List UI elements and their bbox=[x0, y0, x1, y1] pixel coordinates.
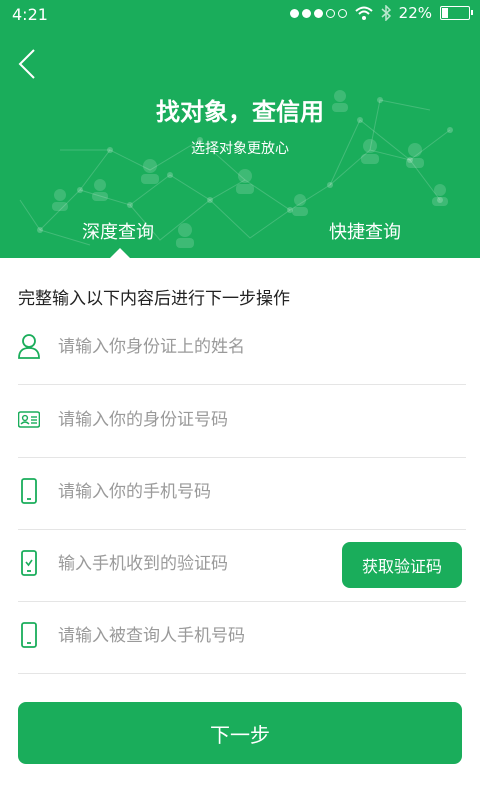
chevron-left-icon bbox=[18, 49, 35, 79]
network-pattern-decoration bbox=[19, 90, 453, 248]
bluetooth-icon bbox=[381, 5, 391, 21]
next-step-button[interactable]: 下一步 bbox=[18, 702, 462, 764]
get-code-button[interactable]: 获取验证码 bbox=[342, 542, 462, 588]
person-icon bbox=[18, 334, 40, 359]
phone-field-row bbox=[18, 458, 466, 530]
id-card-icon bbox=[18, 411, 40, 428]
wifi-icon bbox=[354, 6, 373, 20]
name-input[interactable] bbox=[58, 331, 328, 363]
page-subtitle: 选择对象更放心 bbox=[191, 141, 289, 157]
tab-deep-query[interactable]: 深度查询 bbox=[82, 218, 154, 244]
phone-icon bbox=[21, 622, 37, 648]
phone-icon bbox=[21, 478, 37, 504]
active-tab-indicator bbox=[110, 248, 130, 258]
battery-icon bbox=[440, 6, 473, 20]
header: 4:21 22% 找对象，查信用 选择对象更放心 深度查询 快捷查询 bbox=[0, 0, 480, 258]
signal-strength-icon bbox=[289, 8, 347, 18]
status-bar: 4:21 22% bbox=[0, 0, 480, 28]
back-button[interactable] bbox=[14, 44, 44, 84]
sms-phone-icon bbox=[21, 550, 37, 576]
page-title: 找对象，查信用 bbox=[156, 98, 324, 126]
name-field-row bbox=[18, 313, 466, 385]
sms-code-input[interactable] bbox=[58, 548, 328, 580]
tab-quick-query[interactable]: 快捷查询 bbox=[329, 218, 401, 244]
sms-code-field-row: 获取验证码 bbox=[18, 530, 466, 602]
status-time: 4:21 bbox=[12, 5, 48, 24]
battery-percent: 22% bbox=[398, 4, 432, 22]
target-phone-input[interactable] bbox=[58, 620, 328, 652]
id-number-input[interactable] bbox=[58, 404, 328, 436]
phone-input[interactable] bbox=[58, 476, 328, 508]
battery-level bbox=[442, 8, 449, 18]
id-number-field-row bbox=[18, 386, 466, 458]
status-indicators: 22% bbox=[289, 4, 473, 22]
target-phone-field-row bbox=[18, 602, 466, 674]
form-instruction: 完整输入以下内容后进行下一步操作 bbox=[18, 289, 290, 309]
